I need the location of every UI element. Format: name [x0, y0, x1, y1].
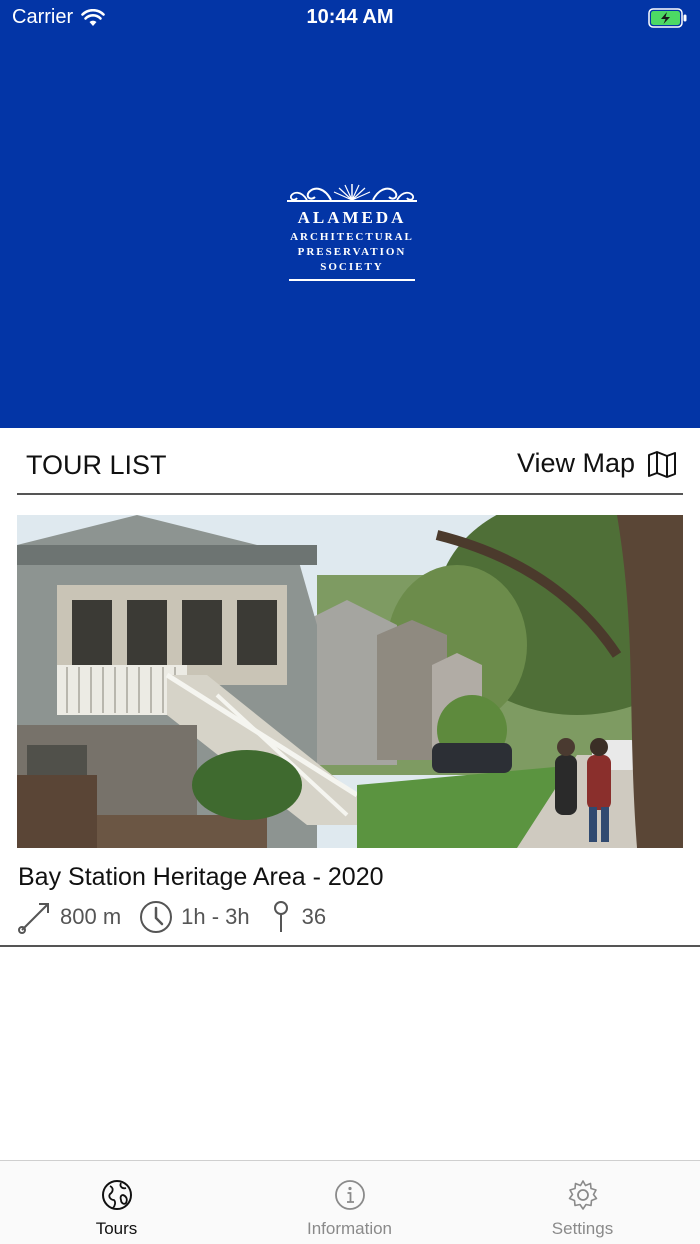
- logo-text-preservation: PRESERVATION: [297, 246, 407, 258]
- tab-settings[interactable]: Settings: [466, 1179, 699, 1239]
- logo-text-architectural: ARCHITECTURAL: [290, 231, 414, 243]
- duration-value: 1h - 3h: [181, 904, 250, 929]
- logo-text-society: SOCIETY: [320, 261, 384, 273]
- view-map-label: View Map: [516, 448, 635, 478]
- distance-icon: [18, 903, 49, 934]
- logo-ornament-icon: [287, 184, 417, 202]
- map-icon: [648, 450, 676, 478]
- distance-meta: 800 m: [18, 900, 121, 934]
- tour-meta: 800 m 1h - 3h 36: [18, 900, 344, 934]
- tab-information-label: Information: [306, 1219, 393, 1238]
- tour-list-item[interactable]: Bay Station Heritage Area - 2020 800 m 1…: [0, 515, 700, 947]
- battery-icon: [648, 8, 688, 34]
- globe-icon: [101, 1180, 132, 1210]
- tab-settings-label: Settings: [551, 1219, 614, 1238]
- tab-tours[interactable]: Tours: [0, 1179, 233, 1239]
- society-logo: ALAMEDA ARCHITECTURAL PRESERVATION SOCIE…: [280, 180, 424, 288]
- tour-photo: [17, 515, 683, 848]
- tab-bar: Tours Information Settings: [0, 1160, 700, 1244]
- pin-icon: [273, 901, 288, 932]
- hero-banner: Carrier 10:44 AM ALAMEDA ARCHITECTURAL P…: [0, 0, 700, 428]
- logo-rule: [289, 279, 415, 281]
- stops-count: 36: [301, 904, 327, 929]
- app-screen: Carrier 10:44 AM ALAMEDA ARCHITECTURAL P…: [0, 0, 700, 1244]
- info-icon: [334, 1180, 365, 1210]
- clock: 10:44 AM: [306, 6, 394, 28]
- view-map-button[interactable]: View Map: [517, 448, 677, 479]
- distance-value: 800 m: [60, 904, 122, 929]
- clock-icon: [140, 901, 173, 933]
- tour-list-header: TOUR LIST View Map: [17, 430, 683, 495]
- logo-text-alameda: ALAMEDA: [297, 208, 407, 227]
- gear-icon: [568, 1180, 597, 1210]
- victorian-street-photo: [17, 515, 683, 848]
- duration-meta: 1h - 3h: [139, 900, 250, 934]
- tour-title: Bay Station Heritage Area - 2020: [18, 863, 384, 891]
- page-title: TOUR LIST: [26, 450, 167, 480]
- stops-meta: 36: [268, 900, 326, 934]
- tab-information[interactable]: Information: [233, 1179, 466, 1239]
- status-bar: Carrier 10:44 AM: [0, 0, 700, 40]
- tab-tours-label: Tours: [95, 1219, 138, 1238]
